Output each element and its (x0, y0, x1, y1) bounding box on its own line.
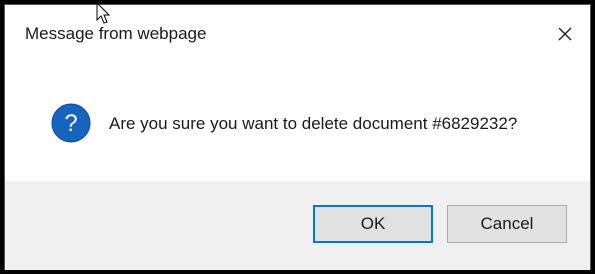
close-button[interactable] (552, 21, 578, 47)
close-icon (558, 27, 572, 41)
dialog-content: ? Are you sure you want to delete docume… (5, 61, 590, 181)
title-bar: Message from webpage (5, 5, 590, 61)
ok-button[interactable]: OK (313, 205, 433, 243)
dialog-message: Are you sure you want to delete document… (109, 114, 518, 133)
question-icon: ? (51, 103, 91, 143)
svg-text:?: ? (64, 110, 77, 137)
dialog-title: Message from webpage (25, 24, 207, 43)
cancel-button[interactable]: Cancel (447, 205, 567, 243)
message-dialog: Message from webpage ? Are you sure you … (4, 4, 591, 270)
dialog-footer: OK Cancel (5, 181, 590, 270)
